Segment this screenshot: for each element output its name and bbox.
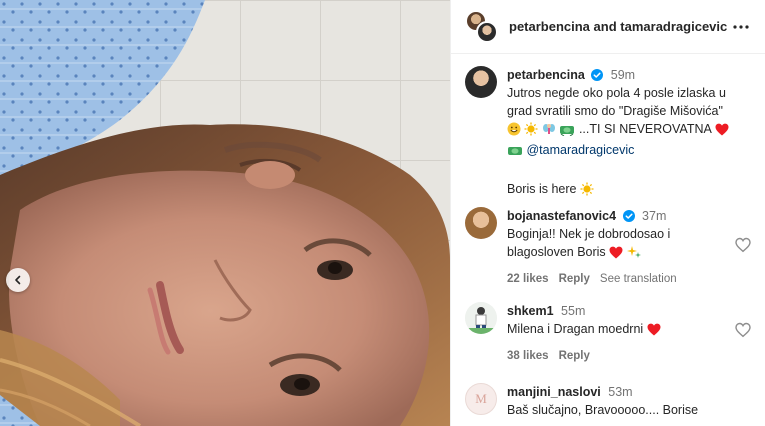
- verified-badge-icon: [591, 69, 604, 81]
- post-caption: petarbencina 59m Jutros negde oko pola 4…: [465, 66, 755, 201]
- comment-actions: 22 likes Reply See translation: [507, 270, 755, 288]
- comment-username[interactable]: manjini_naslovi: [507, 385, 601, 399]
- sparkles-icon: [626, 245, 641, 264]
- sun-icon: [524, 122, 538, 141]
- mention-link[interactable]: @tamaradragicevic: [526, 143, 634, 157]
- avatar[interactable]: [465, 302, 497, 334]
- reply-button[interactable]: Reply: [559, 347, 590, 365]
- caption-text: Boris is here: [507, 182, 577, 196]
- comment-likes[interactable]: 22 likes: [507, 270, 549, 288]
- fairy-icon: [542, 122, 556, 141]
- post-side-panel: petarbencina and tamaradragicevic petarb…: [450, 0, 765, 426]
- post-header: petarbencina and tamaradragicevic: [451, 0, 765, 54]
- caption-text: ...TI SI NEVEROVATNA: [578, 122, 712, 136]
- comment-actions: 38 likes Reply: [507, 347, 755, 365]
- avatar[interactable]: [465, 66, 497, 98]
- sun-icon: [580, 182, 594, 201]
- like-comment-heart-icon[interactable]: [735, 322, 751, 338]
- verified-badge-icon: [622, 210, 635, 222]
- avatar: [476, 20, 498, 43]
- more-horizontal-icon: [733, 24, 749, 29]
- post-photo: [0, 0, 450, 426]
- reply-button[interactable]: Reply: [559, 270, 590, 288]
- comment-text-line: blagosloven Boris: [507, 243, 755, 264]
- carousel-prev-button[interactable]: [6, 268, 30, 292]
- svg-text:M: M: [475, 391, 487, 406]
- and-text: and: [593, 19, 617, 34]
- see-translation-button[interactable]: See translation: [600, 270, 677, 288]
- caption-line: ...TI SI NEVEROVATNA: [507, 120, 755, 141]
- red-heart-icon: [609, 246, 623, 264]
- avatar[interactable]: [465, 207, 497, 239]
- comment-item: bojanastefanovic4 37m Boginja!! Nek je d…: [465, 207, 755, 288]
- post-media[interactable]: [0, 0, 450, 426]
- chevron-left-icon: [15, 275, 21, 285]
- like-comment-heart-icon[interactable]: [735, 237, 751, 253]
- comment-item: M manjini_naslovi 53m Baš slučajno, Brav…: [465, 383, 755, 419]
- comment-text-line: Milena i Dragan moedrni: [507, 320, 755, 341]
- caption-line: grad svratili smo do "Dragiše Mišovića": [507, 104, 723, 118]
- comment-time: 55m: [561, 304, 586, 318]
- avatar[interactable]: M: [465, 383, 497, 415]
- collab-avatars[interactable]: [465, 9, 499, 44]
- red-heart-icon: [715, 123, 729, 141]
- grinning-face-icon: [507, 122, 521, 141]
- comment-time: 53m: [608, 385, 633, 399]
- money-bag-icon: [559, 123, 575, 141]
- caption-username[interactable]: petarbencina: [507, 68, 585, 82]
- comment-item: shkem1 55m Milena i Dragan moedrni 38 li…: [465, 302, 755, 365]
- comment-time: 37m: [642, 209, 667, 223]
- comment-text: Milena i Dragan moedrni: [507, 322, 644, 336]
- author-username[interactable]: petarbencina: [509, 19, 590, 34]
- comment-username[interactable]: bojanastefanovic4: [507, 209, 616, 223]
- comment-username[interactable]: shkem1: [507, 304, 554, 318]
- caption-time: 59m: [610, 68, 636, 82]
- money-bag-icon: [507, 144, 523, 162]
- collab-username[interactable]: tamaradragicevic: [620, 19, 727, 34]
- comments-feed[interactable]: petarbencina 59m Jutros negde oko pola 4…: [451, 55, 765, 426]
- caption-line: Boris is here: [507, 180, 755, 201]
- comment-text: Boginja!! Nek je dobrodosao i: [507, 227, 671, 241]
- comment-text: blagosloven Boris: [507, 245, 606, 259]
- more-options-button[interactable]: [729, 15, 753, 39]
- caption-line: @tamaradragicevic: [507, 141, 755, 162]
- caption-line: Jutros negde oko pola 4 posle izlaska u: [507, 86, 726, 100]
- red-heart-icon: [647, 323, 661, 341]
- post-authors: petarbencina and tamaradragicevic: [509, 19, 729, 34]
- comment-text: Baš slučajno, Bravooooo.... Borise: [507, 403, 699, 417]
- comment-likes[interactable]: 38 likes: [507, 347, 549, 365]
